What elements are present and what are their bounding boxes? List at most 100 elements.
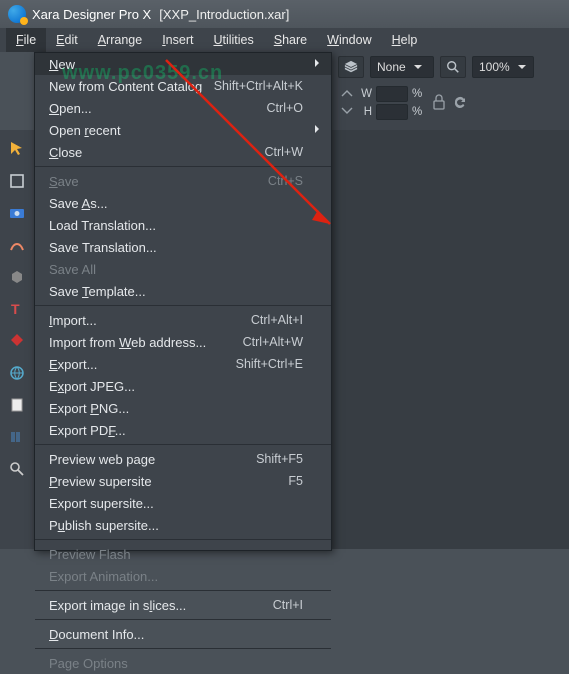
left-toolbox: T [0,130,34,549]
menu-item-label: New [49,57,303,72]
menu-item-export-image-in-slices[interactable]: Export image in slices...Ctrl+I [35,594,331,616]
menu-item-label: Export PNG... [49,401,303,416]
menu-shortcut: F5 [288,474,303,488]
zoom-dropdown[interactable]: 100% [472,56,534,78]
menu-separator [35,305,331,306]
menu-item-export-supersite[interactable]: Export supersite... [35,492,331,514]
refresh-icon[interactable] [452,94,468,113]
menu-shortcut: Shift+F5 [256,452,303,466]
menu-arrange[interactable]: Arrange [88,28,152,52]
chevron-down-icon [414,60,422,74]
menu-item-save-as[interactable]: Save As... [35,192,331,214]
menu-item-open-recent[interactable]: Open recent [35,119,331,141]
menu-item-new-from-content-catalog[interactable]: New from Content CatalogShift+Ctrl+Alt+K [35,75,331,97]
menu-edit[interactable]: Edit [46,28,88,52]
menu-item-export-animation: Export Animation... [35,565,331,587]
menu-item-save-template[interactable]: Save Template... [35,280,331,302]
menu-shortcut: Ctrl+Alt+W [243,335,303,349]
menu-item-preview-supersite[interactable]: Preview supersiteF5 [35,470,331,492]
menu-item-export[interactable]: Export...Shift+Ctrl+E [35,353,331,375]
toolbar: None 100% W % H % [332,52,569,130]
tool-search[interactable] [4,456,30,482]
menu-item-label: Open... [49,101,267,116]
menu-separator [35,619,331,620]
document-name: [XXP_Introduction.xar] [159,7,289,22]
menu-item-label: Import from Web address... [49,335,243,350]
menu-item-label: Page Options [49,656,303,671]
tool-fill[interactable] [4,328,30,354]
menu-help[interactable]: Help [382,28,428,52]
menu-item-save-all: Save All [35,258,331,280]
menu-item-label: Preview supersite [49,474,288,489]
menu-item-open[interactable]: Open...Ctrl+O [35,97,331,119]
menu-item-label: Export JPEG... [49,379,303,394]
zoom-value: 100% [479,60,510,74]
menu-item-publish-supersite[interactable]: Publish supersite... [35,514,331,536]
menu-item-label: Export PDF... [49,423,303,438]
tool-freehand[interactable] [4,232,30,258]
arrow-pair-icon [340,90,354,117]
menu-item-import[interactable]: Import...Ctrl+Alt+I [35,309,331,331]
tool-web[interactable] [4,360,30,386]
height-label: H [360,106,372,118]
menu-item-export-pdf[interactable]: Export PDF... [35,419,331,441]
magnify-button[interactable] [440,56,466,78]
menu-item-export-jpeg[interactable]: Export JPEG... [35,375,331,397]
tool-page[interactable] [4,392,30,418]
tool-shapes[interactable] [4,168,30,194]
tool-photo[interactable] [4,200,30,226]
app-title: Xara Designer Pro X [32,7,151,22]
chevron-down-icon [518,60,526,74]
menu-insert[interactable]: Insert [152,28,203,52]
menu-item-export-png[interactable]: Export PNG... [35,397,331,419]
menu-item-save: SaveCtrl+S [35,170,331,192]
menu-item-page-options: Page Options [35,652,331,674]
menu-item-label: Load Translation... [49,218,303,233]
svg-text:T: T [11,301,20,317]
menu-item-load-translation[interactable]: Load Translation... [35,214,331,236]
submenu-arrow-icon [313,125,321,136]
menu-window[interactable]: Window [317,28,381,52]
menu-separator [35,539,331,540]
menu-item-label: Save Template... [49,284,303,299]
height-pct: % [412,106,426,118]
menu-item-label: Save Translation... [49,240,303,255]
menu-utilities[interactable]: Utilities [203,28,263,52]
menu-item-new[interactable]: New [35,53,331,75]
menu-item-import-from-web-address[interactable]: Import from Web address...Ctrl+Alt+W [35,331,331,353]
fill-value: None [377,60,406,74]
menu-item-label: Close [49,145,264,160]
tool-library[interactable] [4,424,30,450]
height-field[interactable] [376,104,408,120]
menu-item-label: Save All [49,262,303,277]
menu-item-label: Open recent [49,123,303,138]
lock-icon[interactable] [432,93,446,114]
menu-item-label: Export supersite... [49,496,303,511]
width-label: W [360,88,372,100]
tool-text[interactable]: T [4,296,30,322]
titlebar: Xara Designer Pro X [XXP_Introduction.xa… [0,0,569,28]
menu-separator [35,590,331,591]
menu-item-close[interactable]: CloseCtrl+W [35,141,331,163]
menu-shortcut: Ctrl+Alt+I [251,313,303,327]
size-panel: W % H % [360,86,426,120]
menu-item-save-translation[interactable]: Save Translation... [35,236,331,258]
fill-dropdown[interactable]: None [370,56,434,78]
menu-item-label: Export... [49,357,236,372]
file-menu: New New from Content CatalogShift+Ctrl+Al… [34,52,332,551]
layers-button[interactable] [338,56,364,78]
menu-file[interactable]: File [6,28,46,52]
menu-item-preview-web-page[interactable]: Preview web pageShift+F5 [35,448,331,470]
menu-item-label: Document Info... [49,627,303,642]
width-field[interactable] [376,86,408,102]
menu-item-preview-flash: Preview Flash [35,543,331,565]
app-icon [8,5,26,23]
tool-selector[interactable] [4,136,30,162]
tool-extrude[interactable] [4,264,30,290]
menu-item-document-info[interactable]: Document Info... [35,623,331,645]
menu-item-label: Save [49,174,268,189]
menu-share[interactable]: Share [264,28,317,52]
menubar: FileEditArrangeInsertUtilitiesShareWindo… [0,28,569,52]
menu-shortcut: Ctrl+I [273,598,303,612]
menu-shortcut: Ctrl+S [268,174,303,188]
